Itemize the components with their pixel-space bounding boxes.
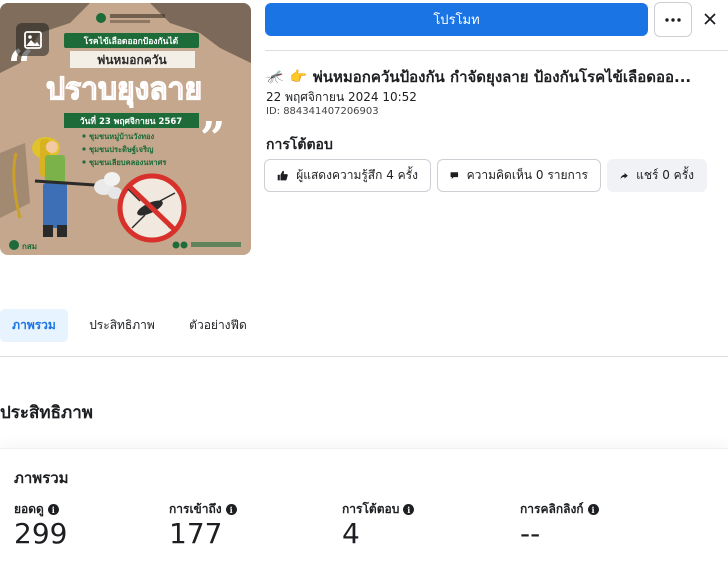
performance-heading: ประสิทธิภาพ: [0, 403, 93, 423]
interactions-title: การโต้ตอบ: [266, 137, 333, 153]
header-divider: [265, 50, 728, 51]
comments-label: ความคิดเห็น 0 รายการ: [466, 168, 588, 182]
info-icon[interactable]: i: [47, 504, 59, 515]
no-mosquito-sign: [117, 173, 187, 243]
close-icon: [704, 13, 716, 25]
tab-overview[interactable]: ภาพรวม: [0, 309, 68, 342]
poster-headline-main: ปราบยุงลาย: [46, 72, 202, 108]
close-button[interactable]: [699, 8, 721, 30]
post-id: ID: 884341407206903: [266, 106, 379, 117]
metric-engagement-value: 4: [342, 517, 360, 550]
post-title: พ่นหมอกควันป้องกัน กำจัดยุงลาย ป้องกันโร…: [312, 68, 692, 86]
reactions-label: ผู้แสดงความรู้สึก 4 ครั้ง: [296, 168, 418, 182]
info-icon[interactable]: i: [225, 504, 237, 515]
poster-bullet-2: ชุมชนประดิษฐ์เจริญ: [89, 145, 154, 155]
share-icon: [620, 172, 628, 179]
post-thumbnail[interactable]: โรคไข้เลือดออกป้องกันได้ พ่นหมอกควัน “ ”…: [0, 3, 251, 255]
promote-button[interactable]: โปรโมท: [265, 3, 648, 36]
poster-headline-mid: พ่นหมอกควัน: [97, 53, 167, 67]
poster-logo-text: กสม: [22, 242, 37, 251]
post-date: 22 พฤศจิกายน 2024 10:52: [266, 90, 417, 104]
shares-label: แชร์ 0 ครั้ง: [636, 168, 694, 182]
poster-bullet-1: ชุมชนหมู่บ้านวังทอง: [89, 132, 155, 142]
tab-performance[interactable]: ประสิทธิภาพ: [80, 309, 164, 342]
poster-headline-top: โรคไข้เลือดออกป้องกันได้: [83, 36, 179, 47]
tab-feed-preview[interactable]: ตัวอย่างฟีด: [180, 309, 256, 342]
metric-link-clicks-value: --: [520, 517, 541, 550]
post-title-row: 🦟 👉 พ่นหมอกควันป้องกัน กำจัดยุงลาย ป้องก…: [266, 66, 728, 88]
metric-reach-value: 177: [169, 517, 223, 550]
poster-bullet-3: ชุมชนเลียบคลองนหาศร: [89, 158, 167, 167]
more-options-button[interactable]: [654, 2, 692, 37]
gallery-icon[interactable]: [16, 23, 49, 56]
svg-text:”: ”: [200, 113, 225, 164]
info-icon[interactable]: i: [587, 504, 599, 515]
overview-card-title: ภาพรวม: [14, 469, 69, 487]
shares-button[interactable]: แชร์ 0 ครั้ง: [607, 159, 707, 192]
comment-icon: [450, 172, 459, 179]
mosquito-emoji: 🦟: [266, 69, 284, 85]
thumbs-up-icon: [277, 170, 288, 181]
comments-button[interactable]: ความคิดเห็น 0 รายการ: [437, 159, 601, 192]
pointing-emoji: 👉: [289, 69, 307, 85]
tabs-divider: [0, 356, 728, 357]
metric-views-value: 299: [14, 517, 68, 550]
info-icon[interactable]: i: [403, 504, 415, 515]
reactions-button[interactable]: ผู้แสดงความรู้สึก 4 ครั้ง: [264, 159, 431, 192]
more-icon: [665, 17, 681, 22]
